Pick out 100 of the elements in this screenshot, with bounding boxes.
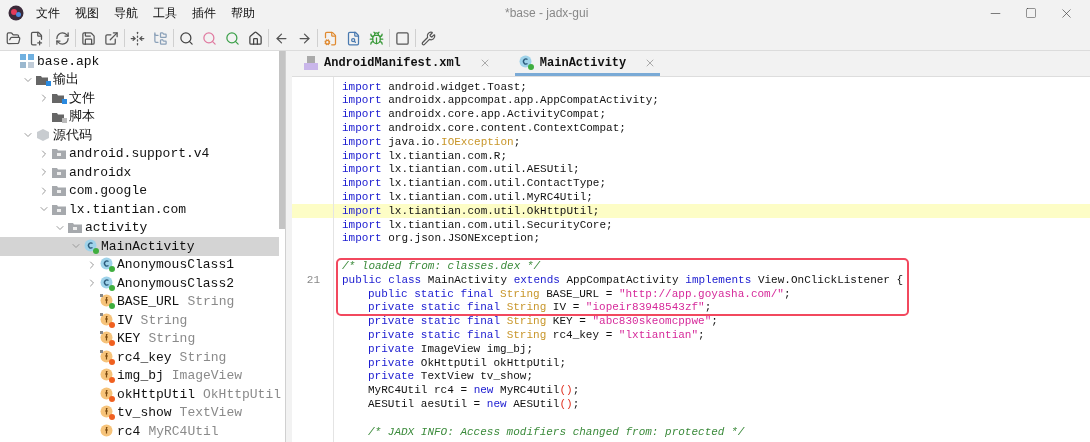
code-line: import lx.tiantian.com.util.ContactType; (342, 176, 607, 192)
search-icon[interactable] (179, 30, 194, 46)
folder-open-icon[interactable] (6, 30, 21, 46)
field-icon (100, 349, 115, 365)
tree-item[interactable]: rc4 MyRC4Util (0, 422, 279, 441)
node-label: com.google (69, 182, 147, 200)
node-type: OkHttpUtil (203, 385, 282, 404)
search-class-icon[interactable] (202, 30, 217, 46)
tree-item[interactable]: 源代码 (0, 126, 279, 145)
node-label: tv_show (117, 404, 172, 422)
code-line: import java.io.IOException; (342, 134, 521, 150)
tree-item[interactable]: AnonymousClass2 (0, 274, 279, 293)
code-line: import lx.tiantian.com.util.OkHttpUtil; (342, 203, 600, 219)
code-line: public static final String BASE_URL = "http://app.goyasha.com/"; (368, 286, 791, 302)
node-label: activity (85, 219, 148, 237)
fold-icon[interactable] (130, 30, 145, 46)
line-number: 21 (306, 273, 320, 286)
tab-label: AndroidManifest.xml (324, 54, 461, 72)
apk-icon (20, 54, 34, 69)
forward-icon[interactable] (297, 30, 312, 46)
home-icon[interactable] (248, 30, 263, 46)
code-line: import lx.tiantian.com.util.SecurityCore; (342, 217, 613, 233)
export-icon[interactable] (104, 30, 119, 46)
folder-icon (68, 221, 82, 235)
tree-item[interactable]: com.google (0, 181, 279, 200)
menu-item[interactable]: 文件 (36, 4, 60, 22)
refresh-icon[interactable] (55, 30, 70, 46)
menu-item[interactable]: 工具 (153, 4, 177, 22)
tree-item[interactable]: base.apk (0, 52, 279, 71)
node-label: androidx (69, 163, 132, 182)
tree-item[interactable]: img_bj ImageView (0, 366, 279, 385)
node-label: rc4_key (117, 348, 172, 367)
app-logo-icon (8, 5, 24, 21)
node-type: ImageView (171, 367, 243, 385)
field-icon (100, 312, 115, 328)
square-icon[interactable] (395, 30, 410, 46)
code-line: private ImageView img_bj; (368, 341, 534, 357)
code-line: private OkHttpUtil okHttpUtil; (368, 355, 567, 371)
node-label: okHttpUtil (117, 385, 195, 404)
tree-item[interactable]: okHttpUtil OkHttpUtil (0, 385, 279, 404)
code-line: import androidx.core.content.ContextCompat; (342, 121, 626, 137)
code-line: import android.widget.Toast; (342, 79, 527, 95)
code-line: /* loaded from: classes.dex */ (342, 259, 541, 274)
editor-tab[interactable]: AndroidManifest.xml (300, 52, 495, 76)
menu-item[interactable]: 视图 (75, 4, 99, 22)
scrollbar-thumb[interactable] (279, 51, 285, 229)
settings-icon[interactable] (421, 30, 436, 46)
code-line: import lx.tiantian.com.util.AESUtil; (342, 162, 580, 178)
save-icon[interactable] (81, 30, 96, 46)
field-icon (100, 423, 115, 439)
file-gear-icon[interactable] (323, 30, 338, 46)
node-label: android.support.v4 (69, 145, 210, 163)
tree-item[interactable]: android.support.v4 (0, 144, 279, 163)
code-line: MyRC4Util rc4 = new MyRC4Util(); (368, 383, 580, 399)
node-type: MyRC4Util (148, 422, 219, 441)
node-label: base.apk (37, 52, 100, 71)
node-label: 文件 (69, 89, 95, 108)
manifest-file-icon (304, 55, 318, 70)
tree-item[interactable]: AnonymousClass1 (0, 255, 279, 274)
folder-grid-icon[interactable] (153, 30, 168, 46)
node-label: AnonymousClass2 (117, 274, 235, 293)
tree-item[interactable]: MainActivity (0, 237, 279, 256)
tree-item[interactable]: 输出 (0, 70, 279, 89)
node-type: String (140, 311, 188, 330)
file-plus-icon[interactable] (29, 30, 44, 46)
node-label: img_bj (117, 367, 164, 385)
code-line: private static final String KEY = "abc830skeomcppwe"; (368, 314, 718, 330)
window-title: *base - jadx-gui (505, 5, 589, 22)
tree-item[interactable]: rc4_key String (0, 348, 279, 367)
code-line: AESUtil aesUtil = new AESUtil(); (368, 397, 580, 412)
code-line: import lx.tiantian.com.R; (342, 148, 508, 164)
node-label: BASE_URL (117, 293, 180, 311)
tree-item[interactable]: BASE_URL String (0, 292, 279, 311)
back-icon[interactable] (274, 30, 289, 46)
class-icon (518, 55, 534, 70)
node-type: TextView (179, 404, 243, 422)
maximize-icon[interactable] (1025, 7, 1037, 19)
file-search-icon[interactable] (346, 30, 361, 46)
menu-item[interactable]: 插件 (192, 4, 216, 22)
node-label: AnonymousClass1 (117, 256, 235, 274)
tree-item[interactable]: 脚本 (0, 107, 279, 126)
code-line: import androidx.appcompat.app.AppCompatActivity; (342, 93, 659, 109)
tree-item[interactable]: androidx (0, 163, 279, 182)
code-line: private static final String IV = "iopeir83948543zf"; (368, 300, 712, 316)
tree-item[interactable]: KEY String (0, 329, 279, 348)
code-line: /* JADX INFO: Access modifiers changed from: protected */ (368, 424, 745, 440)
search-usage-icon[interactable] (225, 30, 240, 46)
code-line: import lx.tiantian.com.util.MyRC4Util; (342, 190, 593, 206)
tab-label: MainActivity (539, 54, 627, 72)
folder-icon (52, 91, 67, 106)
tree-item[interactable]: lx.tiantian.com (0, 200, 279, 219)
code-line: import org.json.JSONException; (342, 231, 541, 247)
bug-icon[interactable] (369, 30, 384, 46)
tree-item[interactable]: tv_show TextView (0, 403, 279, 422)
menu-item[interactable]: 帮助 (231, 4, 255, 22)
menu-item[interactable]: 导航 (114, 4, 138, 22)
tree-item[interactable]: 文件 (0, 89, 279, 108)
tree-item[interactable]: activity (0, 218, 279, 237)
tree-item[interactable]: IV String (0, 311, 279, 330)
field-icon (100, 386, 115, 402)
